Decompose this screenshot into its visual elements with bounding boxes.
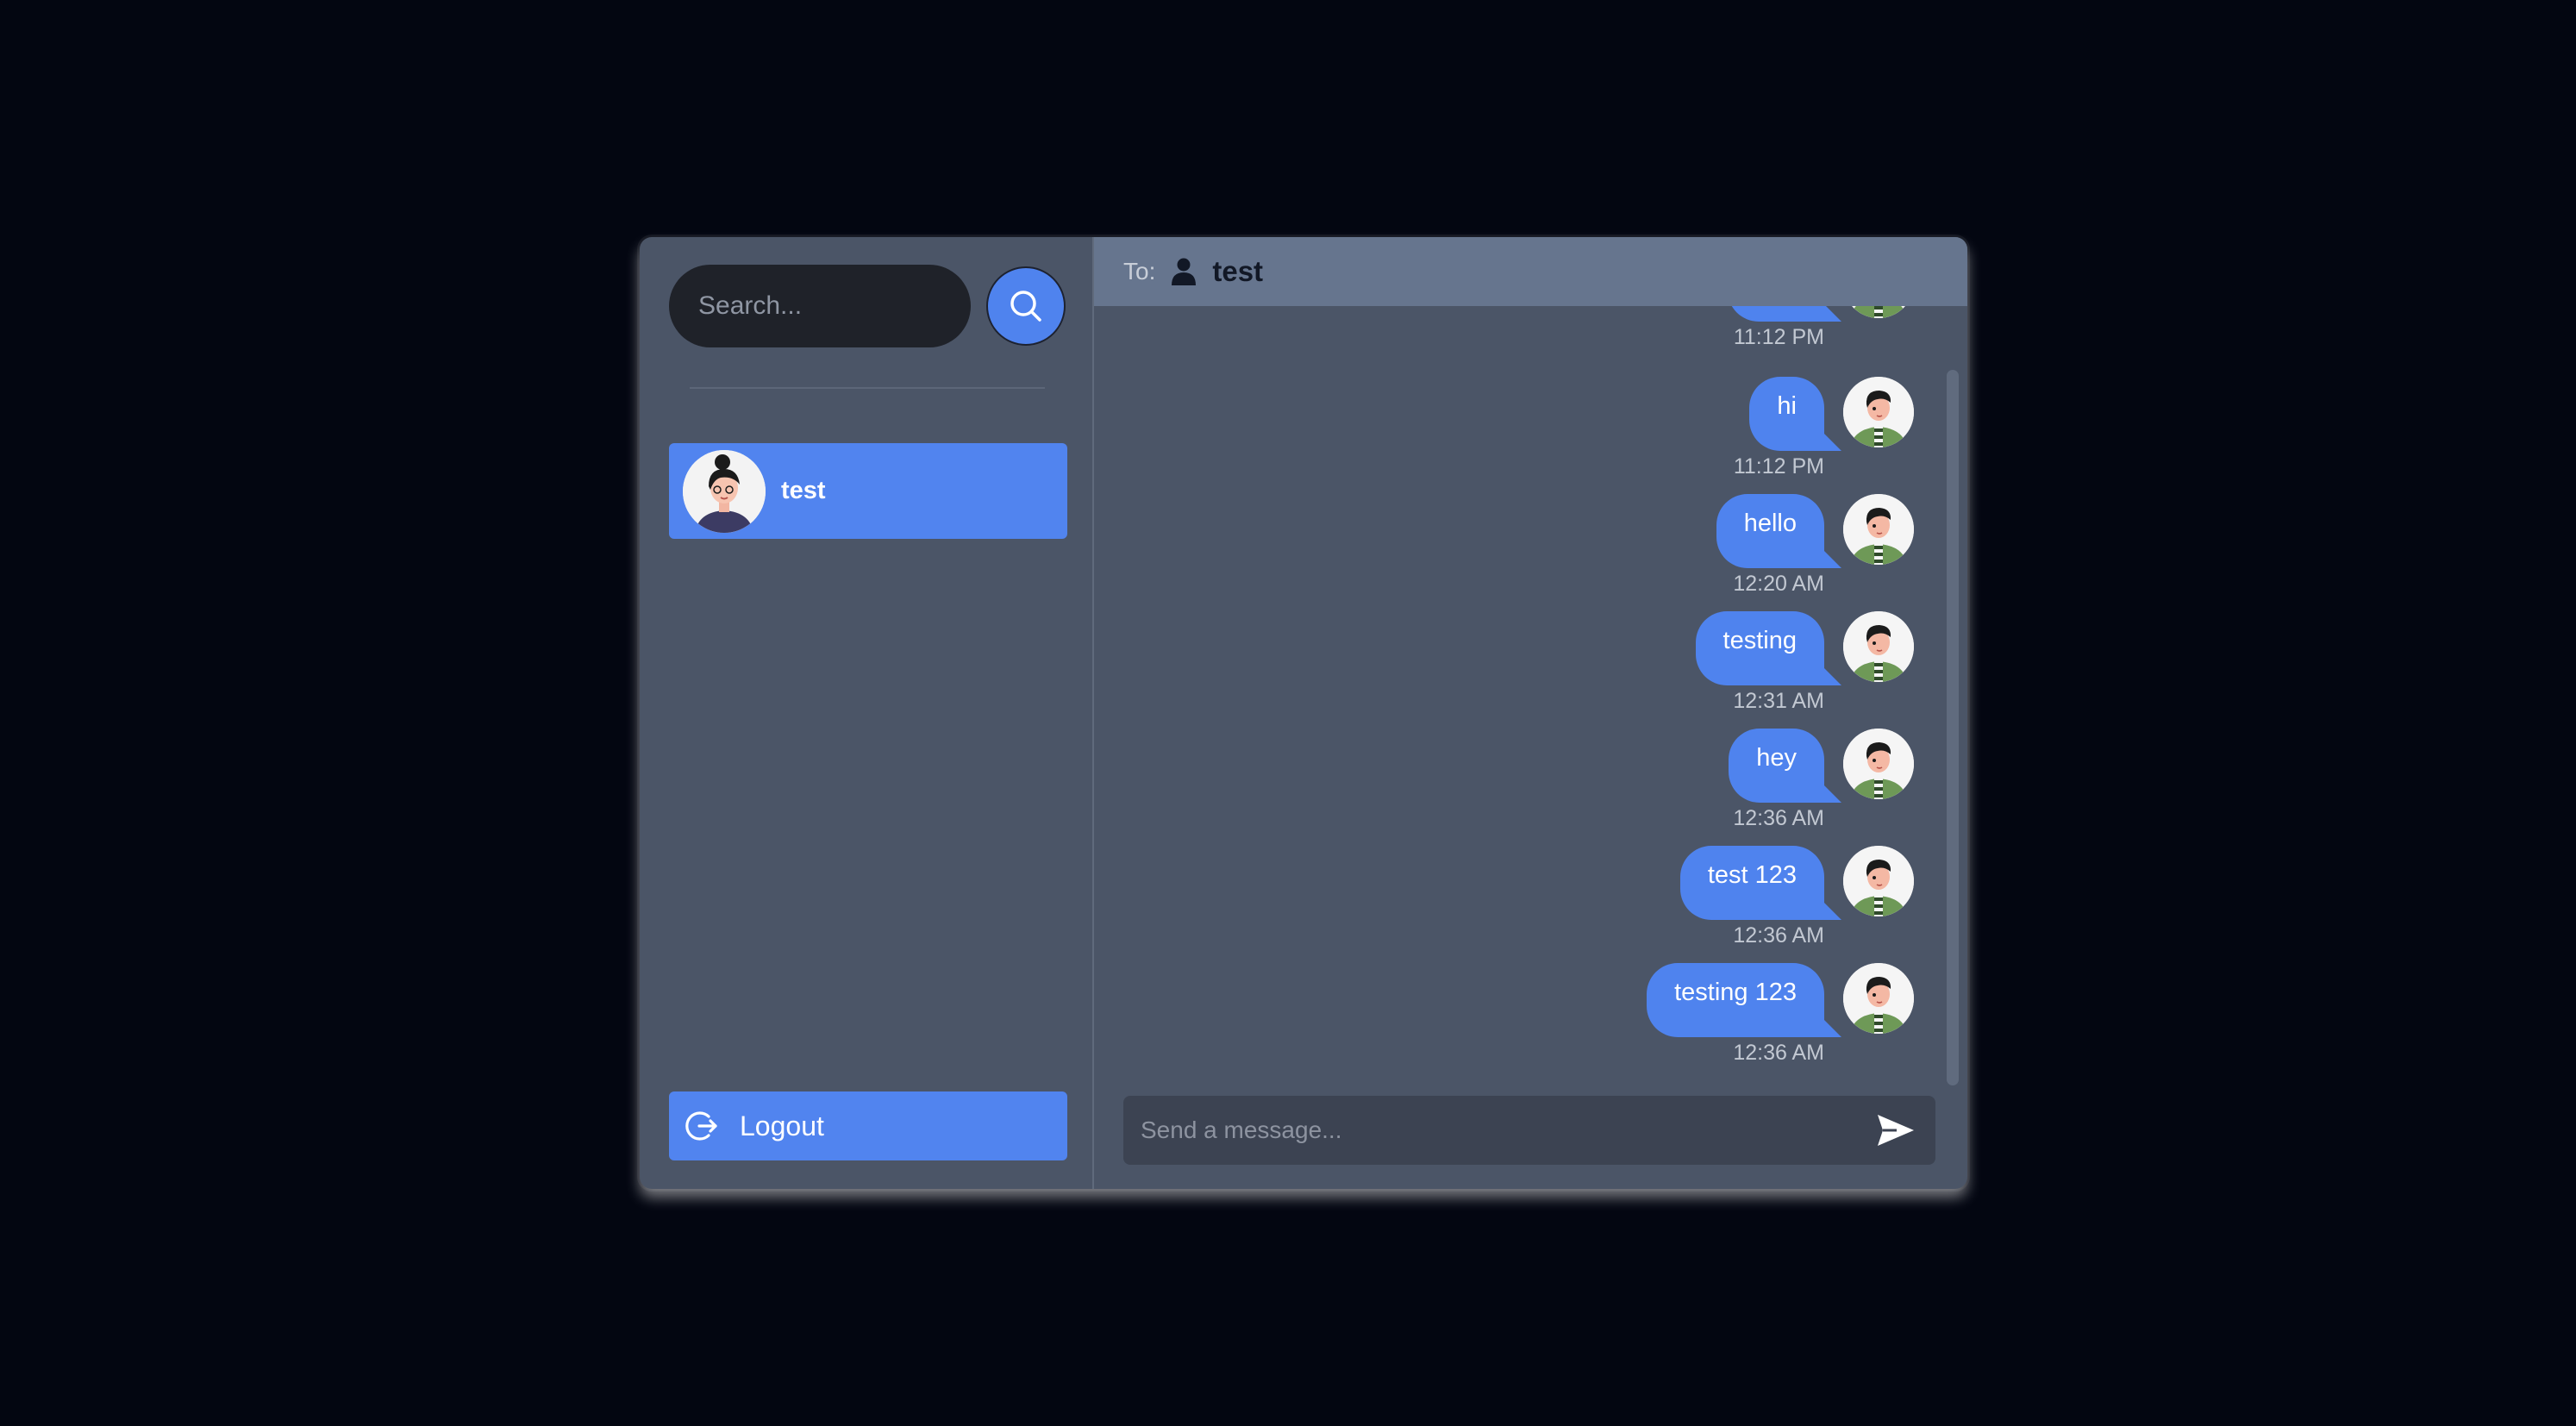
message-bubble: testing bbox=[1695, 611, 1842, 685]
message-scrollbar[interactable] bbox=[1947, 370, 1959, 1085]
message-bubble: hi bbox=[1749, 377, 1841, 451]
message-item: hello 12:20 AM bbox=[1716, 494, 1914, 597]
message-item: hi 11:12 PM bbox=[1734, 377, 1914, 479]
logout-label: Logout bbox=[740, 1110, 824, 1141]
recipient-name: test bbox=[1212, 255, 1264, 287]
message-item: testing 123 12:36 AM bbox=[1647, 963, 1914, 1066]
message-bubble: test 123 bbox=[1679, 846, 1842, 920]
search-input[interactable] bbox=[669, 265, 971, 347]
message-bubble: hello bbox=[1716, 494, 1842, 568]
sender-avatar bbox=[1843, 377, 1914, 447]
logout-button[interactable]: Logout bbox=[669, 1091, 1067, 1160]
message-item: 11:12 PM bbox=[1728, 306, 1914, 350]
chat-panel: To: test 11:12 PM hi 11:12 PM hello 12:2… bbox=[1094, 237, 1967, 1189]
sender-avatar bbox=[1843, 494, 1914, 565]
to-label: To: bbox=[1123, 258, 1156, 285]
message-input[interactable] bbox=[1123, 1095, 1875, 1166]
sender-avatar bbox=[1843, 846, 1914, 916]
message-composer bbox=[1123, 1095, 1935, 1166]
message-timestamp: 12:36 AM bbox=[1733, 923, 1824, 948]
conversation-name: test bbox=[781, 477, 826, 504]
search-bar bbox=[669, 265, 1066, 347]
logout-icon bbox=[685, 1111, 717, 1141]
search-button[interactable] bbox=[986, 266, 1066, 346]
sender-avatar bbox=[1843, 306, 1914, 318]
sender-avatar bbox=[1843, 611, 1914, 682]
message-bubble: hey bbox=[1729, 729, 1841, 803]
user-icon bbox=[1172, 258, 1197, 285]
message-timestamp: 11:12 PM bbox=[1733, 325, 1824, 349]
message-item: hey 12:36 AM bbox=[1729, 729, 1914, 831]
message-bubble: testing 123 bbox=[1647, 963, 1841, 1037]
message-list[interactable]: 11:12 PM hi 11:12 PM hello 12:20 AM test… bbox=[1094, 306, 1967, 1099]
sidebar: test Logout bbox=[640, 237, 1094, 1189]
chat-app-window: test Logout To: test bbox=[640, 237, 1967, 1189]
sender-avatar bbox=[1843, 963, 1914, 1034]
message-item: testing 12:31 AM bbox=[1695, 611, 1914, 714]
conversation-item[interactable]: test bbox=[669, 443, 1067, 539]
send-icon bbox=[1878, 1115, 1914, 1146]
send-button[interactable] bbox=[1875, 1110, 1916, 1151]
avatar-illustration bbox=[683, 449, 766, 533]
message-timestamp: 11:12 PM bbox=[1733, 454, 1824, 478]
sender-avatar bbox=[1843, 729, 1914, 799]
message-timestamp: 12:31 AM bbox=[1733, 689, 1824, 713]
sidebar-divider bbox=[690, 387, 1045, 389]
message-timestamp: 12:36 AM bbox=[1733, 806, 1824, 830]
message-item: test 123 12:36 AM bbox=[1679, 846, 1914, 948]
message-bubble bbox=[1728, 306, 1841, 322]
message-timestamp: 12:20 AM bbox=[1733, 572, 1824, 596]
message-timestamp: 12:36 AM bbox=[1733, 1041, 1824, 1065]
avatar bbox=[683, 449, 766, 533]
search-icon bbox=[1010, 291, 1041, 322]
chat-header: To: test bbox=[1094, 237, 1967, 306]
